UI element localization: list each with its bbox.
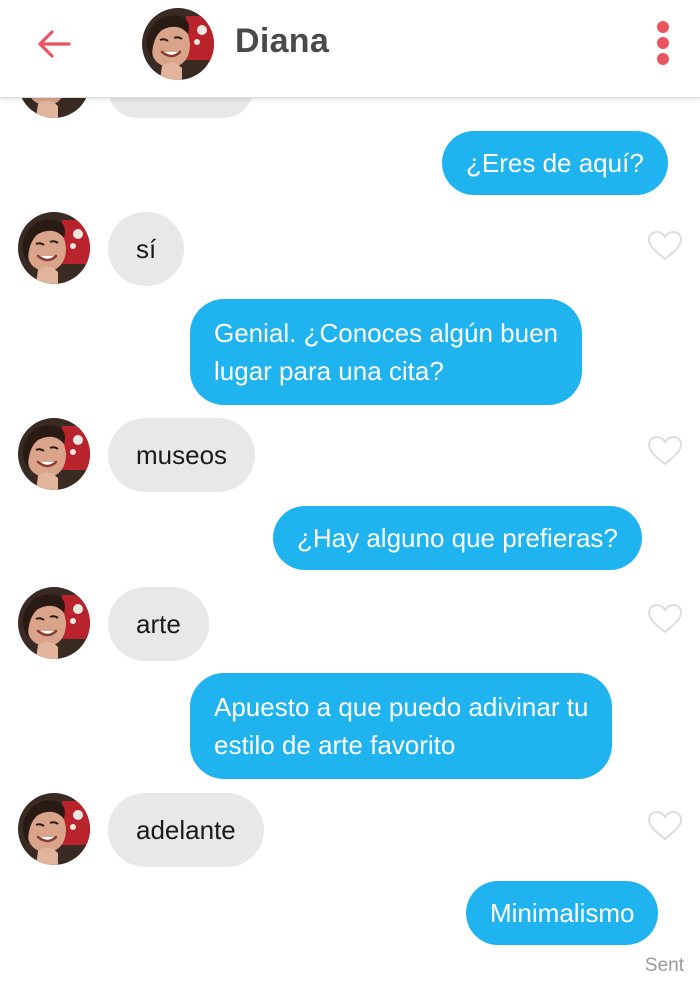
kebab-menu-icon[interactable] bbox=[652, 18, 674, 68]
message-line-2: estilo de arte favorito bbox=[214, 730, 456, 760]
message-text: ¿Eres de aquí? bbox=[466, 148, 644, 178]
heart-outline-icon[interactable] bbox=[647, 230, 683, 262]
message-text: Minimalismo bbox=[490, 898, 635, 928]
chat-thread[interactable]: ¿Eres de aquí? sí Genial. ¿Conoces algún… bbox=[0, 0, 700, 988]
received-message[interactable]: museos bbox=[108, 418, 256, 492]
message-text: arte bbox=[136, 609, 181, 639]
contact-avatar[interactable] bbox=[18, 212, 90, 284]
sent-status-label: Sent bbox=[644, 955, 684, 976]
contact-avatar[interactable] bbox=[18, 587, 90, 659]
contact-avatar[interactable] bbox=[18, 793, 90, 865]
message-line-2: lugar para una cita? bbox=[214, 356, 444, 386]
message-text: ¿Hay alguno que prefieras? bbox=[297, 523, 618, 553]
sent-message[interactable]: Apuesto a que puedo adivinar tu estilo d… bbox=[190, 673, 613, 779]
sent-message[interactable]: ¿Eres de aquí? bbox=[442, 131, 668, 195]
sent-message[interactable]: Minimalismo bbox=[466, 881, 659, 945]
message-line-1: Genial. ¿Conoces algún buen bbox=[214, 318, 559, 348]
sent-message[interactable]: ¿Hay alguno que prefieras? bbox=[273, 506, 642, 570]
message-text: museos bbox=[136, 440, 228, 470]
contact-avatar[interactable] bbox=[142, 8, 214, 80]
heart-outline-icon[interactable] bbox=[647, 810, 683, 842]
back-button[interactable] bbox=[30, 24, 78, 64]
received-message[interactable]: sí bbox=[108, 212, 185, 286]
sent-message[interactable]: Genial. ¿Conoces algún buen lugar para u… bbox=[190, 299, 583, 405]
contact-name[interactable]: Diana bbox=[235, 22, 329, 61]
received-message[interactable]: arte bbox=[108, 587, 209, 661]
message-text: adelante bbox=[136, 815, 236, 845]
received-message[interactable]: adelante bbox=[108, 793, 264, 867]
message-text: sí bbox=[136, 234, 157, 264]
heart-outline-icon[interactable] bbox=[647, 603, 683, 635]
contact-avatar[interactable] bbox=[18, 418, 90, 490]
message-line-1: Apuesto a que puedo adivinar tu bbox=[214, 692, 589, 722]
arrow-left-icon bbox=[38, 30, 71, 58]
chat-header: Diana bbox=[0, 0, 700, 98]
heart-outline-icon[interactable] bbox=[647, 435, 683, 467]
